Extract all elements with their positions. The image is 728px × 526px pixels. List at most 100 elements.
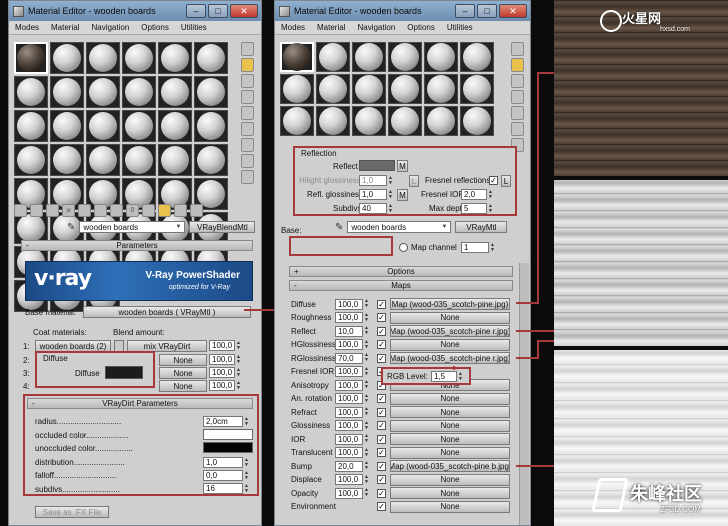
map-button[interactable]: None: [390, 500, 510, 513]
map-enable-checkbox[interactable]: ✓: [377, 313, 386, 322]
go-to-parent-icon[interactable]: [174, 204, 187, 217]
map-amount-spinner[interactable]: 100,0 ▲ ▼: [335, 393, 373, 404]
show-map-icon[interactable]: [142, 204, 155, 217]
uv-tiling-icon[interactable]: [241, 90, 254, 104]
map-button[interactable]: Map (wood-035_scotch-pine r.jpg): [390, 325, 510, 337]
make-preview-icon[interactable]: [241, 122, 254, 136]
sample-slot[interactable]: [158, 144, 192, 176]
close-button[interactable]: ✕: [499, 4, 527, 18]
map-amount-spinner[interactable]: 100,0 ▲ ▼: [335, 298, 373, 310]
map-enable-checkbox[interactable]: ✓: [377, 502, 386, 511]
map-enable-checkbox[interactable]: ✓: [377, 434, 386, 444]
sample-slot[interactable]: [280, 106, 314, 136]
sample-slot[interactable]: [352, 106, 386, 136]
sample-slot[interactable]: [460, 106, 494, 136]
map-channel-spinner[interactable]: 1 ▲ ▼: [461, 242, 496, 253]
menu-options[interactable]: Options: [401, 23, 441, 32]
sample-slot[interactable]: [460, 74, 494, 104]
sample-slot[interactable]: [280, 74, 314, 104]
assign-material-icon[interactable]: [46, 204, 59, 217]
sample-slot[interactable]: [194, 144, 228, 176]
diffuse-color-swatch[interactable]: [105, 366, 143, 379]
radius-spinner[interactable]: 2,0cm ▲ ▼: [203, 416, 250, 427]
menu-utilities[interactable]: Utilities: [441, 23, 479, 32]
map-amount-spinner[interactable]: 100,0 ▲ ▼: [335, 379, 373, 391]
blend-amount-spinner[interactable]: 100,0 ▲ ▼: [209, 380, 242, 391]
make-unique-icon[interactable]: [94, 204, 107, 217]
map-button[interactable]: None: [390, 433, 510, 445]
reset-map-icon[interactable]: ✕: [62, 204, 75, 217]
material-type-button[interactable]: VRayBlendMtl: [189, 221, 256, 233]
blend-amount-spinner[interactable]: 100,0 ▲ ▼: [209, 340, 242, 351]
map-button[interactable]: None: [390, 311, 510, 324]
map-amount-spinner[interactable]: 20,0 ▲ ▼: [335, 460, 373, 472]
sample-slot[interactable]: [86, 76, 120, 108]
sample-slot[interactable]: [86, 42, 120, 74]
material-id-icon[interactable]: 0: [126, 204, 139, 217]
sample-slot[interactable]: [50, 110, 84, 142]
menu-utilities[interactable]: Utilities: [175, 23, 213, 32]
sample-slot[interactable]: [86, 110, 120, 142]
sample-slot[interactable]: [194, 110, 228, 142]
sample-slot[interactable]: [424, 106, 458, 136]
menu-modes[interactable]: Modes: [9, 23, 45, 32]
map-amount-spinner[interactable]: 100,0 ▲ ▼: [335, 487, 373, 499]
map-enable-checkbox[interactable]: ✓: [377, 326, 386, 336]
map-enable-checkbox[interactable]: ✓: [377, 488, 386, 498]
eyedropper-icon[interactable]: ✎: [335, 222, 343, 233]
sample-slot[interactable]: [388, 42, 422, 72]
parameters-rollout[interactable]: - Parameters: [21, 240, 253, 251]
sample-slot[interactable]: [388, 74, 422, 104]
background-icon[interactable]: [241, 74, 254, 88]
sample-slot[interactable]: [158, 76, 192, 108]
sample-slot[interactable]: [158, 42, 192, 74]
map-amount-spinner[interactable]: 100,0 ▲ ▼: [335, 474, 373, 485]
fresnel-ior-spinner[interactable]: 2,0 ▲ ▼: [461, 189, 494, 200]
map-button[interactable]: None: [390, 487, 510, 499]
menu-material[interactable]: Material: [45, 23, 85, 32]
max-depth-spinner[interactable]: 5 ▲ ▼: [461, 203, 494, 214]
reflect-color-swatch[interactable]: [359, 160, 395, 171]
video-check-icon[interactable]: [511, 106, 524, 120]
material-name-field[interactable]: wooden boards ▼: [79, 221, 186, 233]
sample-slot[interactable]: [14, 144, 48, 176]
sample-slot[interactable]: [50, 144, 84, 176]
sample-slot[interactable]: [194, 42, 228, 74]
options-icon[interactable]: [241, 138, 254, 152]
menu-navigation[interactable]: Navigation: [351, 23, 401, 32]
map-amount-spinner[interactable]: 100,0 ▲ ▼: [335, 366, 373, 377]
menu-modes[interactable]: Modes: [275, 23, 311, 32]
lock-button[interactable]: L: [409, 175, 419, 187]
sample-slot[interactable]: [316, 74, 350, 104]
sample-slot[interactable]: [122, 76, 156, 108]
select-by-material-icon[interactable]: [241, 154, 254, 168]
map-button[interactable]: None: [390, 406, 510, 418]
map-enable-checkbox[interactable]: ✓: [377, 461, 386, 471]
sample-slot[interactable]: [122, 144, 156, 176]
put-to-scene-icon[interactable]: [30, 204, 43, 217]
map-enable-checkbox[interactable]: ✓: [377, 299, 386, 309]
map-amount-spinner[interactable]: [335, 501, 373, 512]
sample-slot[interactable]: [460, 42, 494, 72]
minimize-button[interactable]: –: [455, 4, 475, 18]
map-amount-spinner[interactable]: 100,0 ▲ ▼: [335, 312, 373, 323]
copy-material-icon[interactable]: [78, 204, 91, 217]
subdivs-spinner[interactable]: 40 ▲ ▼: [359, 203, 394, 214]
map-button[interactable]: Map (wood-035_scotch-pine r.jpg): [390, 352, 510, 364]
map-button[interactable]: None: [390, 392, 510, 405]
map-channel-radio[interactable]: [399, 243, 408, 252]
material-type-button[interactable]: VRayMtl: [455, 221, 508, 233]
reflect-map-button[interactable]: M: [397, 160, 408, 172]
material-navigator-icon[interactable]: [241, 170, 254, 184]
map-button[interactable]: Map (wood-035_scotch-pine.jpg): [390, 298, 510, 310]
refl-glossiness-map-button[interactable]: M: [397, 189, 408, 201]
sample-slot[interactable]: [424, 74, 458, 104]
blend-amount-spinner[interactable]: 100,0 ▲ ▼: [209, 367, 242, 378]
map-enable-checkbox[interactable]: ✓: [377, 353, 386, 363]
sample-slot[interactable]: [424, 42, 458, 72]
map-amount-spinner[interactable]: 100,0 ▲ ▼: [335, 406, 373, 418]
blend-map-button[interactable]: None: [159, 354, 207, 366]
map-amount-spinner[interactable]: 100,0 ▲ ▼: [335, 420, 373, 431]
sample-slot[interactable]: [14, 76, 48, 108]
map-button[interactable]: None: [390, 338, 510, 351]
